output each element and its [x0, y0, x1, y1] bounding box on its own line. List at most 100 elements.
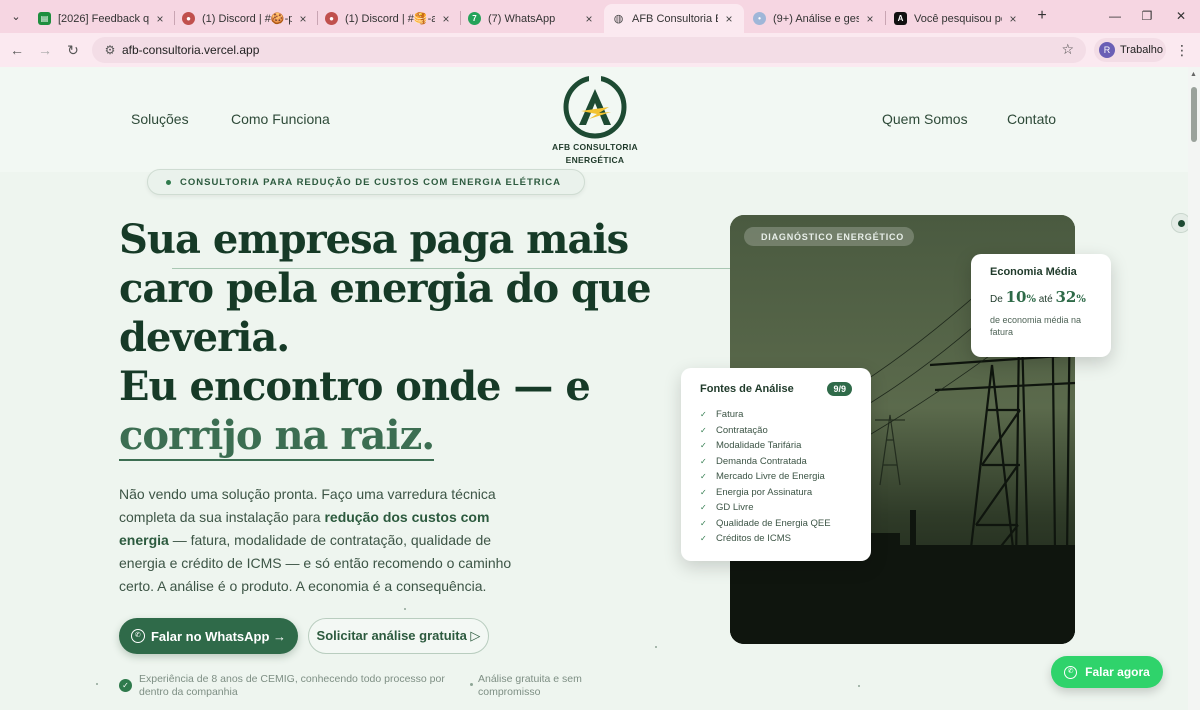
- whatsapp-floating-button[interactable]: ✆ Falar agora: [1051, 656, 1163, 688]
- check-circle-icon: ✓: [119, 679, 132, 692]
- decorative-speck: [858, 685, 860, 687]
- browser-tab-analise[interactable]: • (9+) Análise e gestão ×: [745, 4, 885, 33]
- diagnostic-badge: DIAGNÓSTICO ENERGÉTICO: [744, 227, 915, 246]
- close-tab-icon[interactable]: ×: [582, 12, 596, 26]
- list-item: ✓ Qualidade de Energia QEE: [700, 517, 831, 529]
- hero-eyebrow-pill: CONSULTORIA PARA REDUÇÃO DE CUSTOS COM E…: [147, 169, 585, 195]
- check-icon: ✓: [700, 425, 707, 435]
- browser-tab-afb-active[interactable]: ◍ AFB Consultoria Ene ×: [604, 4, 744, 33]
- decorative-speck: [96, 683, 98, 685]
- check-icon: ✓: [700, 518, 707, 528]
- profile-label: Trabalho: [1120, 44, 1164, 56]
- logo-emblem-icon: [563, 75, 627, 139]
- browser-tab-pesquisa[interactable]: A Você pesquisou por ×: [886, 4, 1028, 33]
- pill-text: CONSULTORIA PARA REDUÇÃO DE CUSTOS COM E…: [180, 176, 562, 188]
- logo-line-2: ENERGÉTICA: [565, 155, 625, 165]
- pill-dot-icon: [166, 179, 171, 185]
- nav-link-quem-somos[interactable]: Quem Somos: [882, 111, 968, 127]
- decorative-speck: [655, 646, 657, 648]
- sources-count-badge: 9/9: [827, 382, 852, 396]
- browser-tab-discord-2[interactable]: ● (1) Discord | #🥞-ap ×: [317, 4, 461, 33]
- address-bar[interactable]: ⚙ afb-consultoria.vercel.app ☆: [92, 37, 1086, 63]
- sources-title: Fontes de Análise: [700, 383, 794, 395]
- list-item: ✓ Contratação: [700, 424, 768, 436]
- headline-highlight: corrijo na raiz.: [119, 412, 435, 461]
- economy-title: Economia Média: [990, 266, 1077, 278]
- check-icon: ✓: [700, 472, 707, 482]
- logo-line-1: AFB CONSULTORIA: [552, 142, 638, 152]
- decorative-speck: [404, 608, 406, 610]
- nav-link-solucoes[interactable]: Soluções: [131, 111, 189, 127]
- new-tab-plus-icon[interactable]: +: [1033, 7, 1051, 25]
- sources-list: ✓ Fatura ✓ Contratação ✓ Modalidade Tarifár…: [700, 407, 852, 547]
- web-page: Soluções Como Funciona Quem Somos Contat…: [0, 67, 1188, 710]
- scroll-up-arrow-icon[interactable]: ▲: [1190, 71, 1197, 78]
- globe-icon: ◍: [613, 13, 624, 25]
- dot-icon: [470, 683, 473, 686]
- list-item: ✓ Modalidade Tarifária: [700, 440, 802, 452]
- browser-toolbar: ← → ↻ ⚙ afb-consultoria.vercel.app ☆ R T…: [0, 33, 1200, 67]
- restore-icon[interactable]: ❐: [1132, 6, 1162, 26]
- check-icon: ✓: [700, 534, 707, 544]
- trust-item-experience: ✓ Experiência de 8 anos de CEMIG, conhec…: [119, 673, 459, 699]
- site-settings-icon[interactable]: ⚙: [102, 42, 118, 58]
- list-item: ✓ Demanda Contratada: [700, 455, 807, 467]
- minimize-icon[interactable]: —: [1100, 6, 1130, 26]
- whatsapp-cta-button[interactable]: ✆ Falar no WhatsApp →: [119, 618, 298, 654]
- chat-icon: •: [753, 12, 766, 25]
- forward-arrow-icon[interactable]: →: [35, 40, 55, 60]
- bookmark-star-icon[interactable]: ☆: [1061, 41, 1074, 58]
- hero-description: Não vendo uma solução pronta. Faço uma v…: [119, 486, 512, 594]
- headline-part-2: Eu encontro onde — e: [119, 363, 591, 410]
- economy-card: Economia Média De 10% até 32% de economi…: [971, 254, 1111, 357]
- afb-logo[interactable]: AFB CONSULTORIA ENERGÉTICA: [548, 75, 642, 165]
- close-window-icon[interactable]: ✕: [1166, 6, 1196, 26]
- page-scrollbar[interactable]: ▲: [1188, 67, 1200, 710]
- check-icon: ✓: [700, 487, 707, 497]
- whatsapp-icon: ✆: [130, 629, 145, 643]
- check-icon: ✓: [700, 503, 707, 513]
- kebab-menu-icon[interactable]: ⋮: [1175, 42, 1189, 59]
- trust-item-free: Análise gratuita e sem compromisso: [470, 673, 600, 699]
- list-item: ✓ Créditos de ICMS: [700, 533, 791, 545]
- list-item: ✓ Energia por Assinatura: [700, 486, 813, 498]
- sheets-icon: ▤: [38, 12, 51, 25]
- avatar: R: [1099, 42, 1115, 58]
- check-icon: ✓: [700, 456, 707, 466]
- reload-icon[interactable]: ↻: [63, 40, 83, 60]
- close-tab-icon[interactable]: ×: [1006, 12, 1020, 26]
- economy-range: De 10% até 32%: [990, 288, 1086, 306]
- url-text[interactable]: afb-consultoria.vercel.app: [122, 43, 259, 57]
- hero-headline: Sua empresa paga mais caro pela energia …: [119, 215, 679, 461]
- whatsapp-icon: 7: [468, 12, 481, 25]
- check-icon: ✓: [700, 410, 707, 420]
- economy-description: de economia média na fatura: [990, 315, 1082, 337]
- list-item: ✓ Fatura: [700, 409, 744, 421]
- browser-tab-feedback[interactable]: ▤ [2026] Feedback qua ×: [30, 4, 175, 33]
- whatsapp-icon: ✆: [1064, 665, 1078, 679]
- tab-search-chevron-icon[interactable]: ⌄: [6, 6, 26, 26]
- browser-tab-whatsapp[interactable]: 7 (7) WhatsApp ×: [460, 4, 604, 33]
- free-analysis-button[interactable]: Solicitar análise gratuita ▷: [308, 618, 489, 654]
- site-header: Soluções Como Funciona Quem Somos Contat…: [0, 67, 1188, 172]
- close-tab-icon[interactable]: ×: [863, 12, 877, 26]
- profile-button[interactable]: R Trabalho: [1094, 38, 1166, 62]
- back-arrow-icon[interactable]: ←: [7, 40, 27, 60]
- scroll-indicator-dot[interactable]: [1171, 213, 1188, 233]
- close-tab-icon[interactable]: ×: [296, 12, 310, 26]
- close-tab-icon[interactable]: ×: [722, 12, 736, 26]
- nav-link-contato[interactable]: Contato: [1007, 111, 1056, 127]
- a-letter-icon: A: [894, 12, 907, 25]
- browser-tab-bar: ⌄ ▤ [2026] Feedback qua × ● (1) Discord …: [0, 0, 1200, 33]
- list-item: ✓ Mercado Livre de Energia: [700, 471, 825, 483]
- analysis-sources-card: Fontes de Análise 9/9 ✓ Fatura ✓ Contrataç…: [681, 368, 871, 561]
- close-tab-icon[interactable]: ×: [439, 12, 453, 26]
- list-item: ✓ GD Livre: [700, 502, 754, 514]
- headline-part-1: Sua empresa paga mais caro pela energia …: [119, 216, 652, 361]
- browser-tab-discord-1[interactable]: ● (1) Discord | #🍪-pr ×: [174, 4, 318, 33]
- nav-link-como-funciona[interactable]: Como Funciona: [231, 111, 330, 127]
- check-icon: ✓: [700, 441, 707, 451]
- discord-icon: ●: [182, 12, 195, 25]
- scrollbar-thumb[interactable]: [1191, 87, 1197, 142]
- close-tab-icon[interactable]: ×: [153, 12, 167, 26]
